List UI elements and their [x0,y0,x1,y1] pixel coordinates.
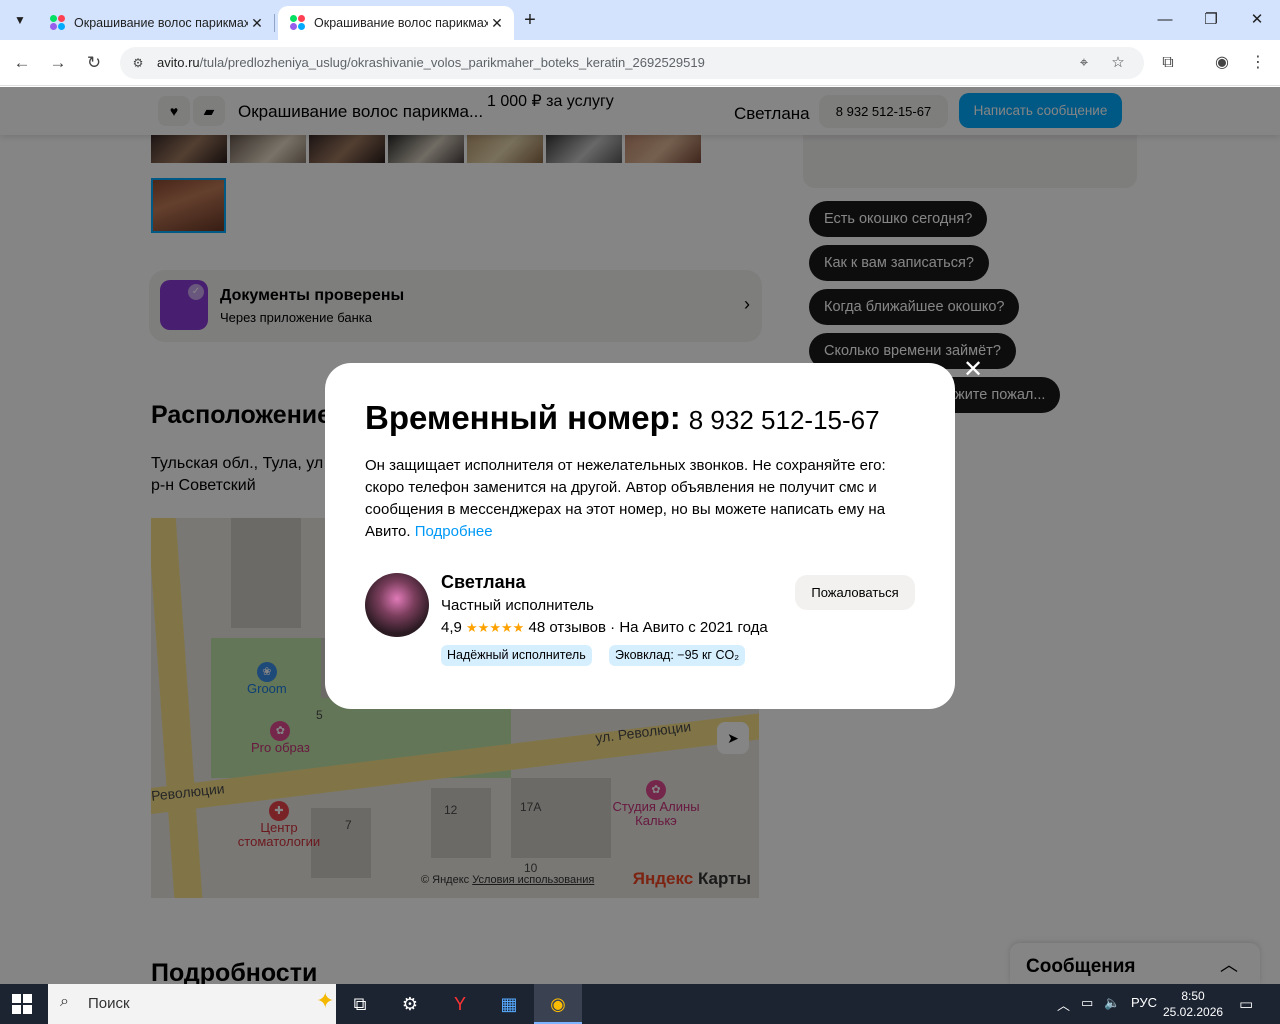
minimize-icon[interactable]: — [1153,8,1177,32]
tab-search-chevron-icon[interactable]: ▼ [8,8,32,32]
windows-start-icon[interactable] [12,994,32,1014]
clock-date: 25.02.2026 [1163,1005,1224,1019]
browser-toolbar: ← → ↻ ⚙ avito.ru/tula/predlozheniya_uslu… [0,40,1280,86]
tab-active[interactable]: Окрашивание волос парикмахер ✕ [278,6,514,40]
modal-heading-text: Временный номер: [365,399,681,436]
site-info-tune-icon[interactable]: ⚙ [128,53,148,73]
settings-gear-icon[interactable]: ⚙ [386,984,434,1024]
restore-icon[interactable]: ❐ [1199,8,1223,32]
seller-avatar[interactable] [365,573,429,637]
rating-value: 4,9 [441,619,462,636]
eco-badge[interactable]: Эковклад: −95 кг CO₂ [609,645,746,666]
tab-title: Окрашивание волос парикмахер [74,16,248,30]
url-text[interactable]: avito.ru/tula/predlozheniya_uslug/okrash… [157,55,705,70]
modal-phone-number: 8 932 512-15-67 [688,405,880,435]
network-icon[interactable]: ▭ [1081,995,1093,1011]
close-icon[interactable]: ✕ [962,358,984,382]
notifications-icon[interactable]: ▭ [1239,995,1253,1013]
yandex-browser-icon[interactable]: Y [436,984,484,1024]
modal-heading: Временный номер: 8 932 512-15-67 [365,399,880,437]
complain-button[interactable]: Пожаловаться [795,575,915,610]
menu-kebab-icon[interactable]: ⋮ [1245,50,1271,76]
search-icon: ⌕ [60,993,69,1010]
location-off-icon[interactable]: ⌖ [1074,53,1094,73]
bookmark-star-icon[interactable]: ☆ [1108,53,1128,73]
modal-description: Он защищает исполнителя от нежелательных… [365,455,920,543]
tray-chevron-up-icon[interactable]: ︿ [1057,995,1070,1014]
new-tab-plus-icon[interactable]: + [518,9,542,33]
temporary-phone-modal: ✕ Временный номер: 8 932 512-15-67 Он защ… [325,358,983,709]
seller-rating: 4,9 ★★★★★ 48 отзывов · На Авито с 2021 г… [441,619,768,636]
reviews-link[interactable]: 48 отзывов [528,619,606,636]
browser-tab-bar: ▼ Окрашивание волос парикмахер ✕ Окрашив… [0,0,1280,40]
url-host: avito.ru [157,55,200,70]
input-language[interactable]: РУС [1131,995,1157,1010]
tab-close-icon[interactable]: ✕ [488,15,506,32]
extensions-puzzle-icon[interactable]: ⧉ [1155,50,1181,76]
clock[interactable]: 8:50 25.02.2026 [1163,988,1223,1020]
sparkle-icon: ✦ [316,988,335,1013]
seller-type: Частный исполнитель [441,597,594,614]
reload-icon[interactable]: ↻ [81,50,107,76]
avito-favicon-icon [50,15,66,31]
tab-close-icon[interactable]: ✕ [248,15,266,32]
reliable-badge[interactable]: Надёжный исполнитель [441,645,592,666]
chrome-icon[interactable]: ◉ [534,984,582,1024]
seller-name[interactable]: Светлана [441,572,526,593]
clock-time: 8:50 [1181,989,1205,1003]
address-bar[interactable]: ⚙ avito.ru/tula/predlozheniya_uslug/okra… [120,47,1144,79]
tab-title: Окрашивание волос парикмахер [314,16,488,30]
search-placeholder: Поиск [88,995,130,1012]
more-link[interactable]: Подробнее [415,523,493,540]
tab-separator [274,14,275,32]
avito-favicon-icon [290,15,306,31]
forward-arrow-icon[interactable]: → [45,50,71,76]
profile-icon[interactable]: ◉ [1209,50,1235,76]
url-path: /tula/predlozheniya_uslug/okrashivanie_v… [199,55,705,70]
volume-icon[interactable]: 🔈 [1104,995,1120,1011]
rating-stars-icon: ★★★★★ [466,620,525,635]
windows-taskbar: ⌕ Поиск ✦ ⧉ ⚙ Y ▦ ◉ ︿ ▭ 🔈 РУС 8:50 25.02… [0,984,1280,1024]
task-view-icon[interactable]: ⧉ [336,984,384,1024]
photos-app-icon[interactable]: ▦ [485,984,533,1024]
taskbar-search[interactable]: ⌕ Поиск ✦ [48,984,336,1024]
on-avito-since: · На Авито с 2021 года [610,619,768,636]
window-close-icon[interactable]: ✕ [1245,8,1269,32]
back-arrow-icon[interactable]: ← [9,50,35,76]
tab-inactive[interactable]: Окрашивание волос парикмахер ✕ [38,6,274,40]
